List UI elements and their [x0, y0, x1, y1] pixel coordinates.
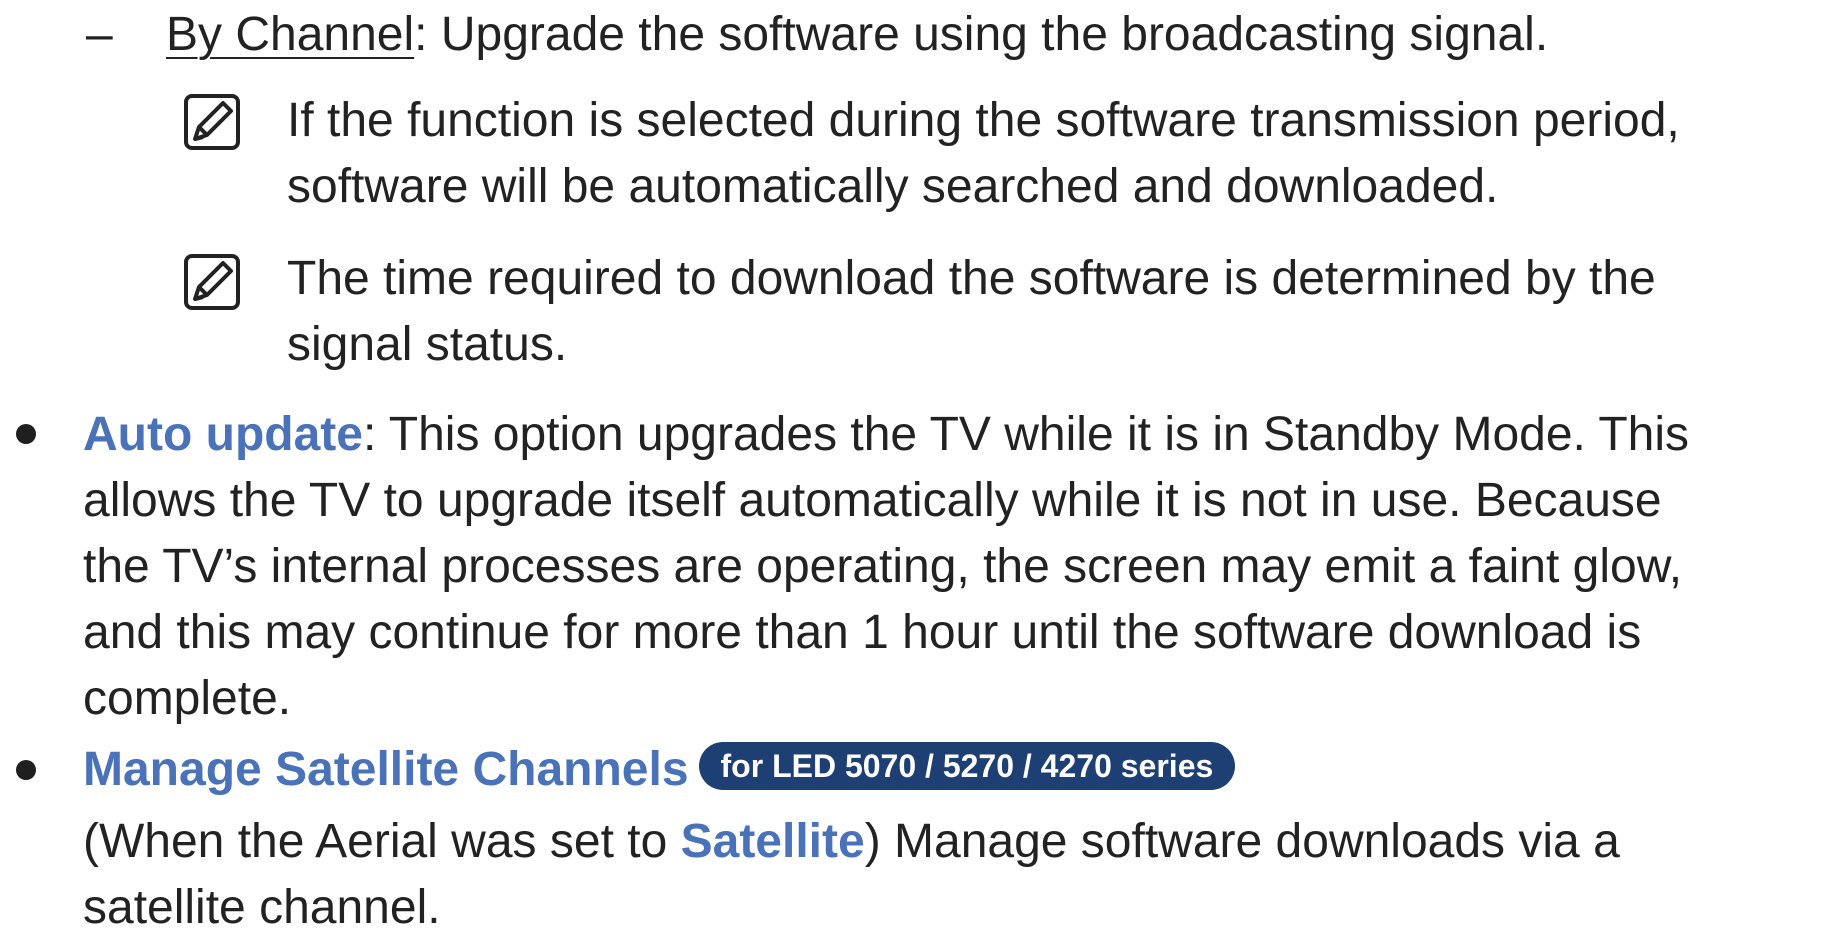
note-2-text: The time required to download the softwa… — [287, 246, 1807, 378]
auto-update-line-5: complete. — [83, 672, 292, 725]
auto-update-line-2: allows the TV to upgrade itself automati… — [83, 474, 1662, 527]
manage-satellite-term: Manage Satellite Channels — [83, 743, 689, 796]
note-2-line-1: The time required to download the softwa… — [287, 252, 1656, 305]
dash-marker: – — [86, 8, 113, 61]
bullet-auto-update: Auto update: This option upgrades the TV… — [83, 402, 1803, 732]
bullet-dot — [16, 760, 36, 780]
by-channel-text: : Upgrade the software using the broadca… — [414, 8, 1549, 61]
note-1-line-2: software will be automatically searched … — [287, 160, 1499, 213]
auto-update-first-line-rest: : This option upgrades the TV while it i… — [362, 408, 1690, 461]
auto-update-term: Auto update — [83, 408, 363, 461]
note-1-line-1: If the function is selected during the s… — [287, 94, 1680, 147]
manage-satellite-desc-line-1: (When the Aerial was set to Satellite) M… — [83, 809, 1803, 875]
auto-update-line-3: the TV’s internal processes are operatin… — [83, 540, 1683, 593]
note-pencil-icon — [183, 93, 241, 151]
auto-update-line-4: and this may continue for more than 1 ho… — [83, 606, 1642, 659]
manage-satellite-desc-prefix: (When the Aerial was set to — [83, 815, 681, 868]
satellite-term: Satellite — [680, 815, 865, 868]
note-1-text: If the function is selected during the s… — [287, 88, 1807, 220]
note-2-line-2: signal status. — [287, 318, 568, 371]
manage-satellite-desc-line-2: satellite channel. — [83, 881, 441, 934]
bullet-manage-satellite: Manage Satellite Channels for LED 5070 / … — [83, 737, 1803, 941]
sub-item-by-channel: By Channel: Upgrade the software using t… — [166, 2, 1786, 68]
by-channel-term: By Channel — [166, 8, 415, 61]
manage-satellite-heading: Manage Satellite Channels for LED 5070 / … — [83, 737, 1803, 803]
bullet-dot — [16, 424, 36, 444]
manage-satellite-desc-suffix: ) Manage software downloads via a — [864, 815, 1620, 868]
note-pencil-icon — [183, 253, 241, 311]
auto-update-line-1: Auto update: This option upgrades the TV… — [83, 402, 1803, 468]
page: { "sub_item": { "dash": "–", "term": "By… — [0, 0, 1822, 934]
model-series-badge: for LED 5070 / 5270 / 4270 series — [698, 742, 1236, 791]
